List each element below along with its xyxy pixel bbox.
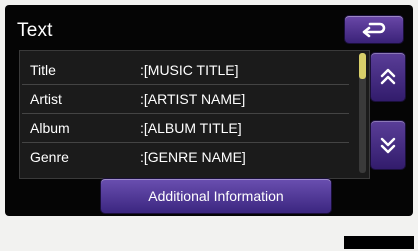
corner-tag	[344, 236, 414, 249]
page-title: Text	[17, 20, 53, 41]
divider	[22, 142, 349, 143]
row-value: :[ALBUM TITLE]	[140, 120, 242, 136]
double-chevron-up-icon	[380, 68, 396, 85]
scroll-down-button[interactable]	[371, 121, 405, 169]
screen: Text Title :[MUSIC TITLE] Artist :[ARTIS…	[5, 5, 413, 216]
back-button[interactable]	[345, 16, 403, 43]
list-item: Title :[MUSIC TITLE]	[30, 59, 350, 81]
row-label: Album	[30, 120, 70, 136]
list-item: Album :[ALBUM TITLE]	[30, 117, 350, 139]
row-label: Genre	[30, 149, 69, 165]
double-chevron-down-icon	[380, 137, 396, 154]
row-label: Artist	[30, 91, 62, 107]
row-value: :[GENRE NAME]	[140, 149, 246, 165]
list-item: Artist :[ARTIST NAME]	[30, 88, 350, 110]
scrollbar-thumb[interactable]	[359, 53, 366, 79]
row-value: :[ARTIST NAME]	[140, 91, 246, 107]
divider	[22, 113, 349, 114]
additional-information-button[interactable]: Additional Information	[101, 179, 331, 213]
divider	[22, 84, 349, 85]
list-item: Genre :[GENRE NAME]	[30, 146, 350, 168]
row-value: :[MUSIC TITLE]	[140, 62, 239, 78]
return-arrow-icon	[362, 22, 386, 37]
scrollbar[interactable]	[359, 53, 366, 173]
row-label: Title	[30, 62, 56, 78]
details-panel: Title :[MUSIC TITLE] Artist :[ARTIST NAM…	[19, 50, 370, 179]
scroll-up-button[interactable]	[371, 53, 405, 101]
